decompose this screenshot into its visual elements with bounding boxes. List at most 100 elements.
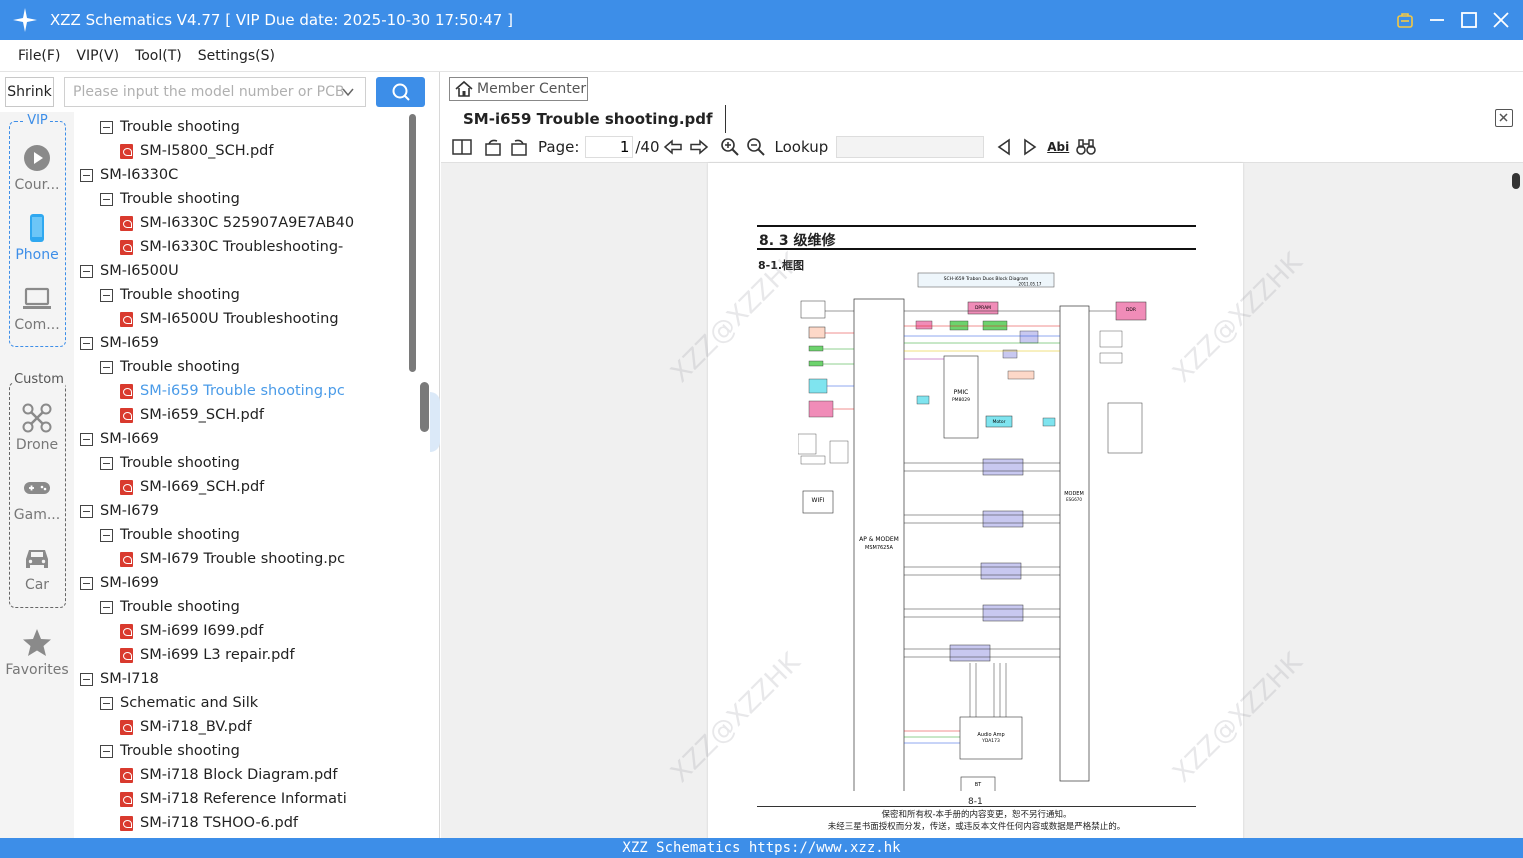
tab-document[interactable]: SM-i659 Trouble shooting.pdf [451,105,726,133]
panel-scrollbar[interactable] [418,112,432,838]
page-total: /40 [635,138,660,156]
tree-folder-item[interactable]: Trouble shooting [100,523,240,547]
search-button[interactable] [376,77,425,107]
menu-file[interactable]: File(F) [10,48,68,64]
tree-item-label: SM-I669_SCH.pdf [140,479,265,495]
tree-folder-item[interactable]: Trouble shooting [100,115,240,139]
rail-item-label: Favorites [5,662,69,678]
collapse-icon[interactable] [100,528,113,542]
previous-page-icon[interactable] [663,137,683,157]
binoculars-icon[interactable] [1076,137,1097,157]
category-rail: VIP Custom Cour... Phone Com... Drone Ga… [0,112,74,838]
chevron-down-icon[interactable] [341,85,355,103]
tree-folder-item[interactable]: SM-I6500U [80,259,179,283]
collapse-icon[interactable] [100,288,113,302]
tree-folder-item[interactable]: Trouble shooting [100,355,240,379]
right-panel: Member Center SM-i659 Trouble shooting.p… [441,72,1523,839]
collapse-icon[interactable] [80,264,93,278]
tree-folder-item[interactable]: Trouble shooting [100,187,240,211]
next-page-icon[interactable] [689,137,709,157]
tree-folder-item[interactable]: SM-I718 [80,667,159,691]
toggle-sidebar-icon[interactable] [452,137,472,157]
maximize-button[interactable] [1455,6,1483,34]
tree-file-item[interactable]: SM-i718 Block Diagram.pdf [120,763,337,787]
tree-file-item[interactable]: SM-I6330C Troubleshooting- [120,235,343,259]
tree-item-label: SM-I6330C [100,167,179,183]
rail-item-game[interactable]: Gam... [0,473,74,523]
tree-file-item[interactable]: SM-I679 Trouble shooting.pc [120,547,345,571]
collapse-icon[interactable] [100,600,113,614]
lookup-input[interactable] [836,136,985,158]
collapse-icon[interactable] [80,336,93,350]
minimize-button[interactable] [1423,6,1451,34]
zoom-in-icon[interactable] [720,137,740,157]
panel-splitter[interactable] [430,392,440,452]
tree-folder-item[interactable]: SM-I699 [80,571,159,595]
collapse-icon[interactable] [100,456,113,470]
menu-vip[interactable]: VIP(V) [68,48,127,64]
collapse-icon[interactable] [100,744,113,758]
collapse-icon[interactable] [80,432,93,446]
collapse-icon[interactable] [100,360,113,374]
pdf-file-icon [120,815,133,831]
rail-item-drone[interactable]: Drone [0,403,74,453]
tree-folder-item[interactable]: SM-I6330C [80,163,178,187]
tree-file-item[interactable]: SM-i699 L3 repair.pdf [120,643,295,667]
collapse-icon[interactable] [80,576,93,590]
tree-folder-item[interactable]: Trouble shooting [100,451,240,475]
tree-folder-item[interactable]: SM-I659 [80,331,159,355]
tree-scrollbar[interactable] [408,112,418,382]
zoom-out-icon[interactable] [746,137,766,157]
tree-file-item[interactable]: SM-I6330C 525907A9E7AB40 [120,211,354,235]
vip-group-label: VIP [25,113,50,128]
rail-item-phone[interactable]: Phone [0,213,74,263]
tree-file-item[interactable]: SM-i699 I699.pdf [120,619,263,643]
car-icon [26,550,48,568]
tree-file-item[interactable]: SM-i659_SCH.pdf [120,403,264,427]
tree-folder-item[interactable]: SM-I669 [80,427,159,451]
shrink-button[interactable]: Shrink [5,77,54,107]
menu-tool[interactable]: Tool(T) [127,48,190,64]
tree-folder-item[interactable]: SM-I679 [80,499,159,523]
vip-icon[interactable] [1391,6,1419,34]
tree-folder-item[interactable]: Trouble shooting [100,283,240,307]
find-next-icon[interactable] [1020,137,1040,157]
collapse-icon[interactable] [80,168,93,182]
tree-file-item[interactable]: SM-i659 Trouble shooting.pc [120,379,345,403]
tree-file-item[interactable]: SM-i718 TSHOO-6.pdf [120,811,298,835]
pdf-file-icon [120,551,133,567]
viewer-scrollbar[interactable] [1509,163,1523,839]
menu-settings[interactable]: Settings(S) [190,48,283,64]
close-document-icon[interactable] [1495,109,1513,127]
tree-folder-item[interactable]: Trouble shooting [100,595,240,619]
search-input[interactable]: Please input the model number or PCB [64,77,366,107]
tree-item-label: Trouble shooting [120,455,240,471]
collapse-icon[interactable] [100,120,113,134]
collapse-icon[interactable] [80,504,93,518]
tree-file-item[interactable]: SM-I669_SCH.pdf [120,475,264,499]
collapse-icon[interactable] [100,192,113,206]
rail-item-computer[interactable]: Com... [0,283,74,333]
rail-item-favorites[interactable]: Favorites [0,628,74,678]
tree-folder-item[interactable]: Trouble shooting [100,739,240,763]
block-ddr: DDR [1126,307,1136,313]
block-yda173: YDA173 [981,738,1000,744]
rotate-right-icon[interactable] [483,137,503,157]
collapse-icon[interactable] [80,672,93,686]
tree-file-item[interactable]: SM-I5800_SCH.pdf [120,139,273,163]
tree-file-item[interactable]: SM-i718 Reference Informati [120,787,347,811]
page-number-input[interactable] [585,136,634,158]
match-case-button[interactable]: Abi [1046,137,1070,157]
close-button[interactable] [1487,6,1515,34]
tree-folder-item[interactable]: Schematic and Silk [100,691,258,715]
tree-file-item[interactable]: SM-i718_BV.pdf [120,715,252,739]
rail-item-course[interactable]: Cour... [0,143,74,193]
rail-item-car[interactable]: Car [0,543,74,593]
collapse-icon[interactable] [100,696,113,710]
member-center-button[interactable]: Member Center [449,77,588,101]
find-previous-icon[interactable] [994,137,1014,157]
rail-item-label: Phone [15,247,59,263]
rotate-left-icon[interactable] [509,137,529,157]
document-viewer[interactable]: 8. 3 级维修 8-1.框图 SCH-i659 Trabon Duos Blo… [441,162,1523,839]
tree-file-item[interactable]: SM-I6500U Troubleshooting [120,307,339,331]
